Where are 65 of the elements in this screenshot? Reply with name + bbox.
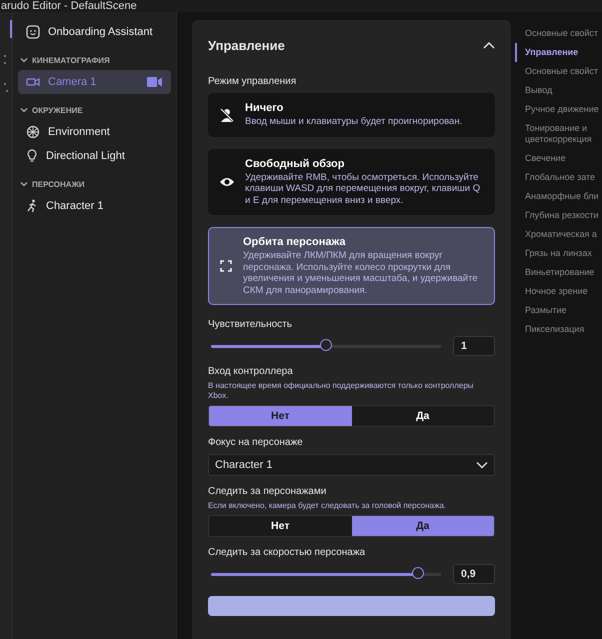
nav-link[interactable]: Глобальное зате [525,168,602,187]
field-label: Вход контроллера [208,366,294,377]
collapse-chevron-icon[interactable] [483,41,495,49]
field-hint: Если включено, камера будет следовать за головой персонажа. [208,501,448,511]
field-label: Фокус на персонаже [208,437,304,448]
nav-link[interactable]: Ручное движение [525,100,602,119]
nav-link[interactable]: Ночное зрение [525,282,602,301]
dots-icon [3,54,9,66]
field-label: Следить за скоростью персонажа [208,547,366,558]
group-header[interactable]: КИНЕМАТОГРАФИЯ [20,54,171,66]
sidebar-item[interactable]: Camera 1 [18,70,171,94]
mode-description: Ввод мыши и клавиатуры будет проигнорирован. [245,116,462,128]
mode-option[interactable]: Орбита персонажа Удерживайте ЛКМ/ПКМ для вращения вокруг персонажа. Используйте колесо прокрутки для увеличения и уменьшения масштаба, и удерживайте СКМ для панорамирования. [208,227,495,305]
mode-option[interactable]: Ничего Ввод мыши и клавиатуры будет проигнорирован. [208,93,495,136]
toggle-option[interactable]: Да [352,516,494,536]
mode-title: Орбита персонажа [243,236,347,248]
field-hint: В настоящее время официально поддерживаются только контроллеры Xbox. [208,381,475,401]
lightbulb-icon [26,149,38,163]
smiley-icon [26,25,40,39]
globe-icon [26,125,40,139]
nav-link[interactable]: Управление [515,43,602,62]
chevron-down-icon [476,461,488,469]
group-header[interactable]: ОКРУЖЕНИЕ [20,104,171,116]
nav-link[interactable]: Анаморфные бли [525,187,602,206]
group-header[interactable]: ПЕРСОНАЖИ [20,178,171,190]
mode-option[interactable]: Свободный обзор Удерживайте RMB, чтобы осмотреться. Используйте клавиши WASD для перемещения вокруг, клавиши Q и E для перемещения вниз и вверх. [208,148,495,215]
field-label: Режим управления [208,76,298,87]
camera-icon [26,76,40,88]
person-crossed-icon [219,106,235,123]
sidebar-item[interactable]: Directional Light [18,144,171,168]
eye-icon [219,176,235,188]
nav-link[interactable]: Основные свойст [525,62,602,81]
nav-link[interactable]: Тонирование и цветокоррекция [525,119,602,149]
toggle-option[interactable]: Нет [209,516,352,536]
active-indicator [10,20,12,38]
field-label: Следить за персонажами [208,486,328,497]
nav-link[interactable]: Хроматическая а [525,225,602,244]
nav-link[interactable]: Виньетирование [525,263,602,282]
nav-link[interactable]: Свечение [525,149,602,168]
nav-link[interactable]: Размытие [525,301,602,320]
number-field[interactable]: 0,9 [453,564,495,584]
sidebar-item[interactable]: Onboarding Assistant [18,20,171,44]
dropdown[interactable]: Character 1 [208,454,495,476]
nav-link[interactable]: Глубина резкости [525,206,602,225]
mode-title: Ничего [245,102,284,114]
mode-description: Удерживайте ЛКМ/ПКМ для вращения вокруг персонажа. Используйте колесо прокрутки для увеличения и уменьшения масштаба, и удерживайте СКМ для панорамирования. [243,250,479,296]
toggle-option[interactable]: Да [352,406,494,426]
number-field[interactable]: 1 [453,336,495,356]
nav-link[interactable]: Грязь на линзах [525,244,602,263]
running-figure-icon [26,199,38,213]
nav-link[interactable]: Пикселизация [525,320,602,339]
window-title: arudo Editor - DefaultScene [0,0,137,12]
video-camera-icon [147,76,163,88]
sidebar-item[interactable]: Environment [18,120,171,144]
nav-link[interactable]: Основные свойст [525,24,602,43]
mode-description: Удерживайте RMB, чтобы осмотреться. Используйте клавиши WASD для перемещения вокруг, клавиши Q и E для перемещения вниз и вверх. [245,172,482,206]
mode-title: Свободный обзор [245,158,346,170]
section-title: Управление [208,38,285,52]
slider-thumb[interactable] [320,339,332,351]
dots-icon [3,82,9,94]
field-label: Чувствительность [208,319,293,330]
slider-thumb[interactable] [412,567,424,579]
nav-link[interactable]: Вывод [525,81,602,100]
sidebar-item[interactable]: Character 1 [18,194,171,218]
toggle-option[interactable]: Нет [209,406,352,426]
